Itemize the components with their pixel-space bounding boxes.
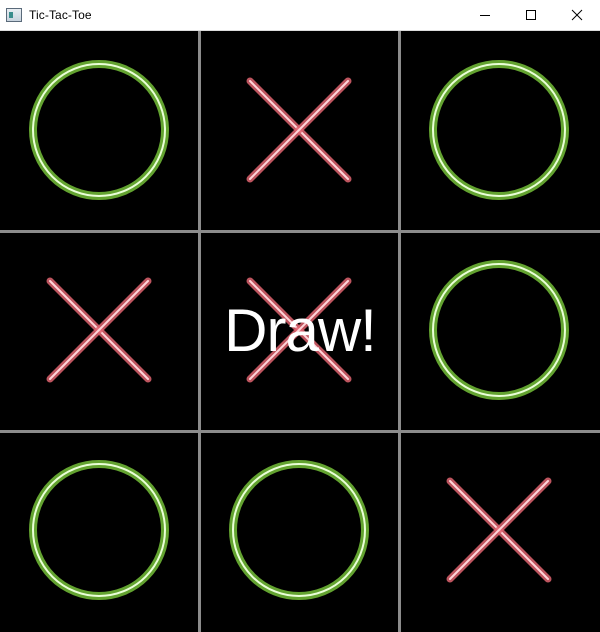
minimize-icon [480, 15, 490, 16]
close-icon [571, 9, 583, 21]
maximize-button[interactable] [508, 0, 554, 30]
window-controls [462, 0, 600, 30]
o-mark [229, 460, 369, 600]
x-mark [246, 277, 352, 383]
o-mark [429, 60, 569, 200]
board-cell-3-3[interactable] [400, 431, 598, 629]
close-button[interactable] [554, 0, 600, 30]
game-board: Draw! [0, 31, 600, 632]
board-cell-3-1[interactable] [0, 431, 198, 629]
window-title: Tic-Tac-Toe [29, 8, 92, 22]
board-cell-1-2[interactable] [200, 31, 398, 229]
app-window-icon [6, 8, 22, 22]
minimize-button[interactable] [462, 0, 508, 30]
title-bar[interactable]: Tic-Tac-Toe [0, 0, 600, 31]
o-mark [29, 460, 169, 600]
x-mark [246, 77, 352, 183]
board-cell-2-3[interactable] [400, 231, 598, 429]
o-mark [29, 60, 169, 200]
board-cell-2-2[interactable] [200, 231, 398, 429]
board-cell-3-2[interactable] [200, 431, 398, 629]
maximize-icon [526, 10, 536, 20]
board-cell-2-1[interactable] [0, 231, 198, 429]
o-mark [429, 260, 569, 400]
board-cell-1-3[interactable] [400, 31, 598, 229]
x-mark [46, 277, 152, 383]
board-cell-1-1[interactable] [0, 31, 198, 229]
x-mark [446, 477, 552, 583]
game-window: Tic-Tac-Toe Draw! [0, 0, 600, 632]
